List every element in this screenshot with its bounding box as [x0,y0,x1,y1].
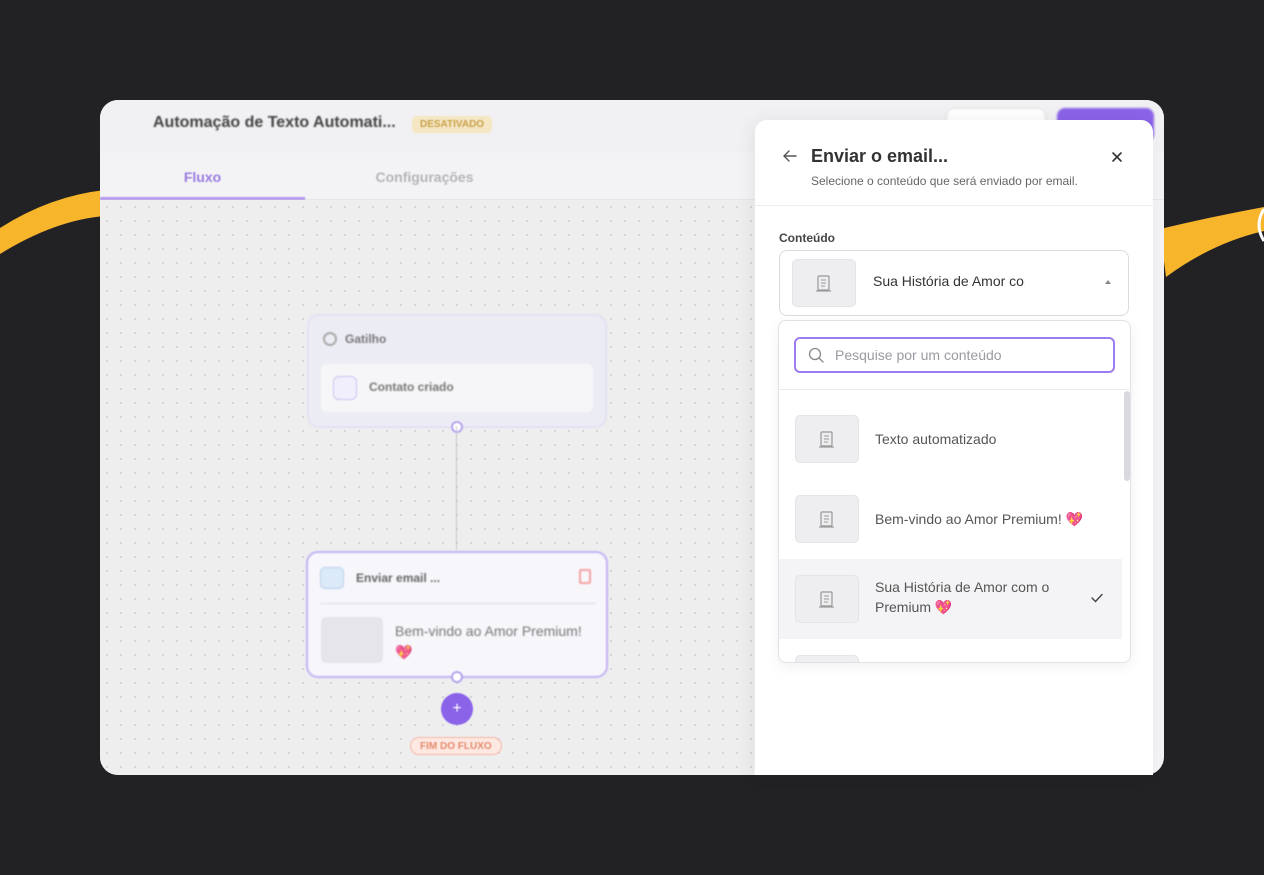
content-thumbnail [795,655,859,662]
heart-emoji: 💖 [395,644,413,660]
search-icon [808,347,824,363]
content-thumbnail [321,617,383,663]
email-output-handle[interactable] [451,671,463,683]
document-icon [819,511,834,528]
panel-subtitle: Selecione o conteúdo que será enviado po… [811,174,1078,188]
decorative-swoosh-right [1160,207,1264,277]
document-icon [819,431,834,448]
tab-settings[interactable]: Configurações [322,152,527,200]
email-icon [320,567,344,589]
decorative-swoosh-left [0,190,105,254]
list-item-selected[interactable]: Sua História de Amor com o Premium 💖 [779,559,1122,639]
option-label: Bem-vindo ao Amor Premium! 💖 [875,511,1084,527]
panel-header: Enviar o email... Selecione o conteúdo q… [755,120,1153,206]
tab-flow[interactable]: Fluxo [100,152,305,200]
list-item[interactable]: Bem-vindo ao Amor Premium! 💖 [779,479,1122,559]
search-box[interactable] [794,337,1115,373]
trigger-title: Gatilho [345,332,387,346]
status-badge: DESATIVADO [412,116,493,133]
dropdown-scrollbar[interactable] [1124,389,1130,662]
email-content-label: Bem-vindo ao Amor Premium! 💖 [395,623,582,660]
arrow-left-icon[interactable] [782,148,798,164]
search-divider [779,389,1130,390]
trigger-output-handle[interactable] [451,421,463,433]
list-item[interactable]: Texto automatizado [779,399,1122,479]
selected-content: Sua História de Amor com o Premium 💖 [873,273,1025,289]
document-icon [816,275,831,292]
caret-up-icon [1105,280,1111,284]
heart-emoji: 💖 [1065,511,1084,527]
check-icon [1091,593,1103,603]
option-label: Texto automatizado [875,431,997,447]
node-divider [320,603,596,604]
content-thumbnail [792,259,856,307]
user-plus-icon [333,376,357,400]
content-thumbnail [795,575,859,623]
content-dropdown: Texto automatizado Bem-vindo ao Amor Pre… [778,320,1131,663]
trigger-node[interactable]: Gatilho Contato criado [307,314,607,428]
automation-title: Automação de Texto Automati... [153,114,396,131]
option-label: Sua História de Amor com o Premium 💖 [875,579,1050,615]
target-icon [323,332,337,346]
trash-icon[interactable] [579,569,591,584]
flow-canvas[interactable] [100,200,754,775]
scroll-thumb[interactable] [1124,391,1130,481]
heart-emoji: 💖 [934,599,953,615]
content-field-label: Conteúdo [779,231,835,245]
end-of-flow-badge: FIM DO FLUXO [410,737,502,755]
close-icon[interactable] [1110,150,1124,164]
flow-connector [456,426,457,550]
send-email-node[interactable]: Enviar email ... Bem-vindo ao Amor Premi… [306,551,608,678]
email-node-title: Enviar email ... [356,571,441,585]
content-thumbnail [795,415,859,463]
trigger-item[interactable]: Contato criado [321,364,593,412]
panel-title: Enviar o email... [811,146,949,166]
search-input[interactable] [835,343,1105,367]
content-select[interactable]: Sua História de Amor com o Premium 💖 [779,250,1129,316]
send-email-panel: Enviar o email... Selecione o conteúdo q… [755,120,1153,775]
list-item[interactable] [779,639,1122,662]
add-step-button[interactable]: + [441,693,473,725]
trigger-item-label: Contato criado [369,380,454,394]
content-thumbnail [795,495,859,543]
document-icon [819,591,834,608]
